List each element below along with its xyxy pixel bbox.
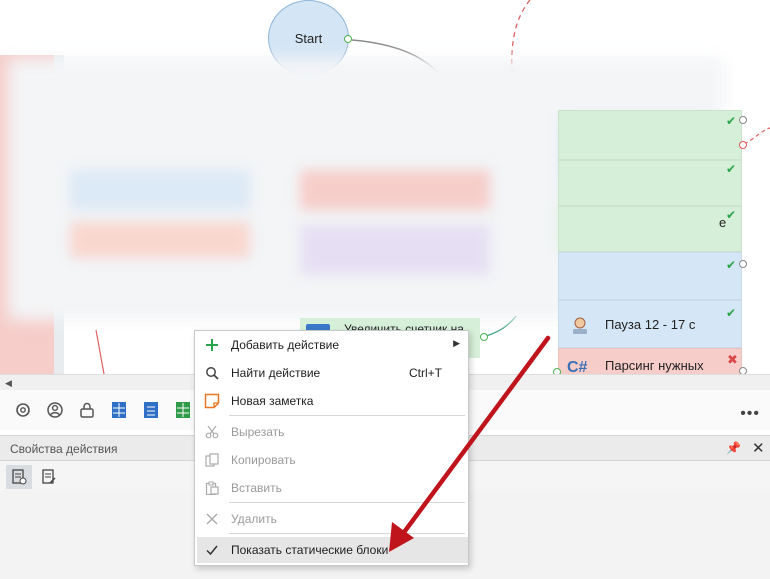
- submenu-arrow-icon: ▶: [453, 338, 460, 348]
- lock-icon[interactable]: [76, 399, 98, 421]
- more-options-icon[interactable]: •••: [740, 405, 760, 423]
- start-output-port[interactable]: [344, 35, 352, 43]
- block-error-port[interactable]: [739, 141, 747, 149]
- blurred-block: [70, 170, 250, 210]
- success-check-icon: ✔: [726, 162, 737, 176]
- properties-panel-title: Свойства действия: [10, 442, 118, 456]
- blurred-block: [70, 222, 250, 258]
- blurred-block: [300, 170, 490, 210]
- pause-block[interactable]: Пауза 12 - 17 с: [558, 300, 742, 348]
- search-icon: [203, 364, 221, 382]
- block-port[interactable]: [739, 367, 747, 374]
- plus-icon: [203, 336, 221, 354]
- success-check-icon: ✔: [726, 258, 737, 272]
- menu-item-paste[interactable]: Вставить: [197, 475, 468, 501]
- menu-item-new-note[interactable]: Новая заметка: [197, 388, 468, 414]
- menu-item-label: Копировать: [231, 453, 296, 467]
- green-table-icon[interactable]: [172, 399, 194, 421]
- properties-tab-main-icon[interactable]: [6, 465, 32, 489]
- note-icon: [203, 392, 221, 410]
- gear-icon[interactable]: [12, 399, 34, 421]
- block-label: Пауза 12 - 17 с: [605, 317, 696, 332]
- action-block[interactable]: e: [558, 206, 742, 252]
- action-block[interactable]: [558, 160, 742, 206]
- project-canvas[interactable]: Start ✔ ✔ e ✔ ✔ Пауза 12 - 17 с ✔ C# Пар…: [0, 0, 770, 374]
- menu-item-label: Новая заметка: [231, 394, 314, 408]
- context-menu: Добавить действие ▶ Найти действие Ctrl+…: [194, 330, 469, 566]
- paste-icon: [203, 479, 221, 497]
- block-port[interactable]: [739, 116, 747, 124]
- delete-x-icon: [203, 510, 221, 528]
- success-check-icon: ✔: [726, 114, 737, 128]
- checkmark-icon: [203, 541, 221, 559]
- menu-item-cut[interactable]: Вырезать: [197, 419, 468, 445]
- block-port[interactable]: [739, 260, 747, 268]
- menu-item-show-static-blocks[interactable]: Показать статические блоки: [197, 537, 468, 563]
- menu-item-add-action[interactable]: Добавить действие ▶: [197, 332, 468, 358]
- menu-item-shortcut: Ctrl+T: [409, 366, 442, 380]
- menu-item-delete[interactable]: Удалить: [197, 506, 468, 532]
- start-node-label: Start: [294, 30, 323, 46]
- success-check-icon: ✔: [726, 306, 737, 320]
- copy-icon: [203, 451, 221, 469]
- menu-item-label: Найти действие: [231, 366, 321, 380]
- menu-item-label: Вставить: [231, 481, 282, 495]
- block-label: Парсинг нужных: [605, 358, 704, 373]
- action-block[interactable]: [558, 252, 742, 300]
- error-cross-icon: ✖: [727, 352, 738, 367]
- block-port[interactable]: [480, 333, 488, 341]
- menu-item-find-action[interactable]: Найти действие Ctrl+T: [197, 360, 468, 386]
- blue-list-icon[interactable]: [140, 399, 162, 421]
- blurred-block: [300, 225, 490, 275]
- user-icon[interactable]: [44, 399, 66, 421]
- success-check-icon: ✔: [726, 208, 737, 222]
- csharp-block[interactable]: C# Парсинг нужных: [558, 348, 742, 374]
- menu-item-label: Добавить действие: [231, 338, 339, 352]
- menu-separator: [229, 415, 465, 416]
- menu-item-label: Удалить: [231, 512, 277, 526]
- close-icon[interactable]: ✕: [752, 439, 765, 457]
- menu-item-label: Вырезать: [231, 425, 285, 439]
- scroll-left-icon[interactable]: ◀: [5, 378, 12, 389]
- menu-separator: [229, 502, 465, 503]
- csharp-icon: C#: [567, 359, 588, 374]
- scissors-icon: [203, 423, 221, 441]
- pin-icon[interactable]: 📌: [726, 441, 741, 455]
- action-block[interactable]: [558, 110, 742, 160]
- menu-separator: [229, 533, 465, 534]
- menu-item-label: Показать статические блоки: [231, 543, 389, 557]
- blue-table-icon[interactable]: [108, 399, 130, 421]
- menu-item-copy[interactable]: Копировать: [197, 447, 468, 473]
- timer-icon: [573, 317, 587, 334]
- properties-tab-edit-icon[interactable]: [36, 465, 62, 489]
